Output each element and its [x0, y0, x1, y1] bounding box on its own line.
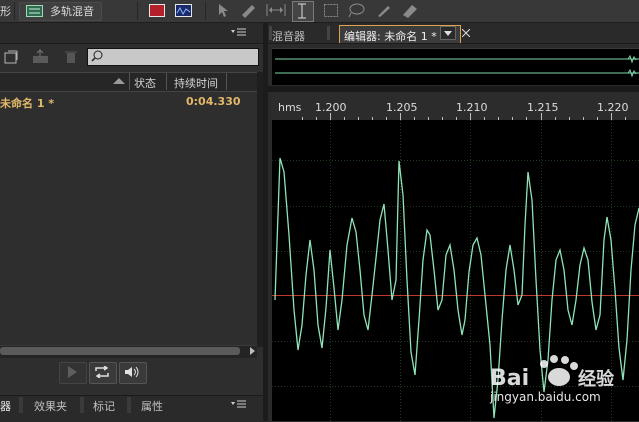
toolbar-separator	[205, 2, 206, 20]
column-header-duration[interactable]: 持续时间	[174, 75, 218, 91]
slip-tool-icon[interactable]	[266, 4, 286, 16]
razor-tool-icon[interactable]	[240, 3, 258, 18]
panel-menu-icon[interactable]	[231, 399, 247, 409]
scrollbar-thumb[interactable]	[0, 347, 240, 355]
text-cursor-icon	[297, 3, 307, 19]
delete-icon[interactable]	[65, 50, 77, 64]
search-icon	[91, 50, 103, 62]
open-file-icon[interactable]	[4, 50, 18, 64]
tab-mixer-rack[interactable]: 器	[0, 398, 11, 414]
toolbar-separator	[14, 2, 15, 20]
svg-text:经验: 经验	[578, 368, 615, 390]
tab-grip	[80, 397, 84, 413]
import-file-icon[interactable]	[32, 49, 50, 64]
multitrack-label: 多轨混音	[50, 5, 94, 18]
files-panel-header	[0, 23, 263, 44]
ruler-tick-label: 1.215	[527, 101, 559, 114]
tab-grip	[127, 397, 131, 413]
waveform-view-label[interactable]: 形	[0, 3, 11, 19]
column-divider	[129, 73, 130, 90]
brush-tool-icon[interactable]	[375, 3, 393, 18]
ruler-tick-label: 1.200	[315, 101, 347, 114]
move-tool-icon[interactable]	[216, 3, 234, 18]
overview-separator	[268, 86, 639, 92]
ruler-tick-label: 1.210	[456, 101, 488, 114]
spot-healing-icon[interactable]	[400, 3, 420, 18]
tab-grip	[19, 397, 23, 413]
tab-dropdown-icon[interactable]	[440, 26, 456, 40]
ruler-unit-label: hms	[278, 101, 302, 114]
file-name: 未命名 1 *	[0, 97, 55, 110]
tab-grip	[327, 26, 330, 40]
tab-favorites[interactable]: 效果夹	[34, 398, 67, 414]
svg-text:Bai: Bai	[490, 366, 529, 391]
tab-editor-label: 编辑器: 未命名 1 *	[344, 30, 437, 43]
search-input[interactable]	[87, 48, 259, 66]
frequency-display-icon[interactable]	[175, 4, 192, 17]
watermark-logo: Bai 经验	[482, 355, 632, 415]
ruler-tick-label: 1.220	[597, 101, 629, 114]
loop-icon	[94, 366, 110, 378]
watermark-url: jingyan.baidu.com	[490, 390, 601, 404]
ruler-tick-label: 1.205	[386, 101, 418, 114]
tab-markers[interactable]: 标记	[93, 398, 115, 414]
tab-properties[interactable]: 属性	[141, 398, 163, 414]
file-duration: 0:04.330	[186, 95, 241, 108]
panel-divider[interactable]	[263, 23, 268, 421]
toolbar-separator	[137, 2, 138, 20]
panel-menu-icon[interactable]	[231, 27, 247, 37]
close-icon[interactable]	[462, 29, 470, 37]
marquee-tool-icon[interactable]	[324, 4, 338, 17]
play-icon	[67, 366, 77, 378]
column-header-status[interactable]: 状态	[134, 75, 156, 91]
column-divider	[226, 73, 227, 90]
multitrack-icon	[26, 5, 43, 17]
lasso-tool-icon[interactable]	[347, 3, 365, 18]
scroll-right-icon[interactable]	[249, 347, 256, 355]
column-divider	[166, 73, 167, 90]
spectral-view-icon[interactable]	[149, 4, 165, 17]
tab-mixer[interactable]: 混音器	[272, 28, 318, 45]
sort-ascending-icon[interactable]	[113, 77, 125, 85]
waveform-overview[interactable]	[272, 48, 639, 85]
speaker-icon	[124, 366, 141, 378]
